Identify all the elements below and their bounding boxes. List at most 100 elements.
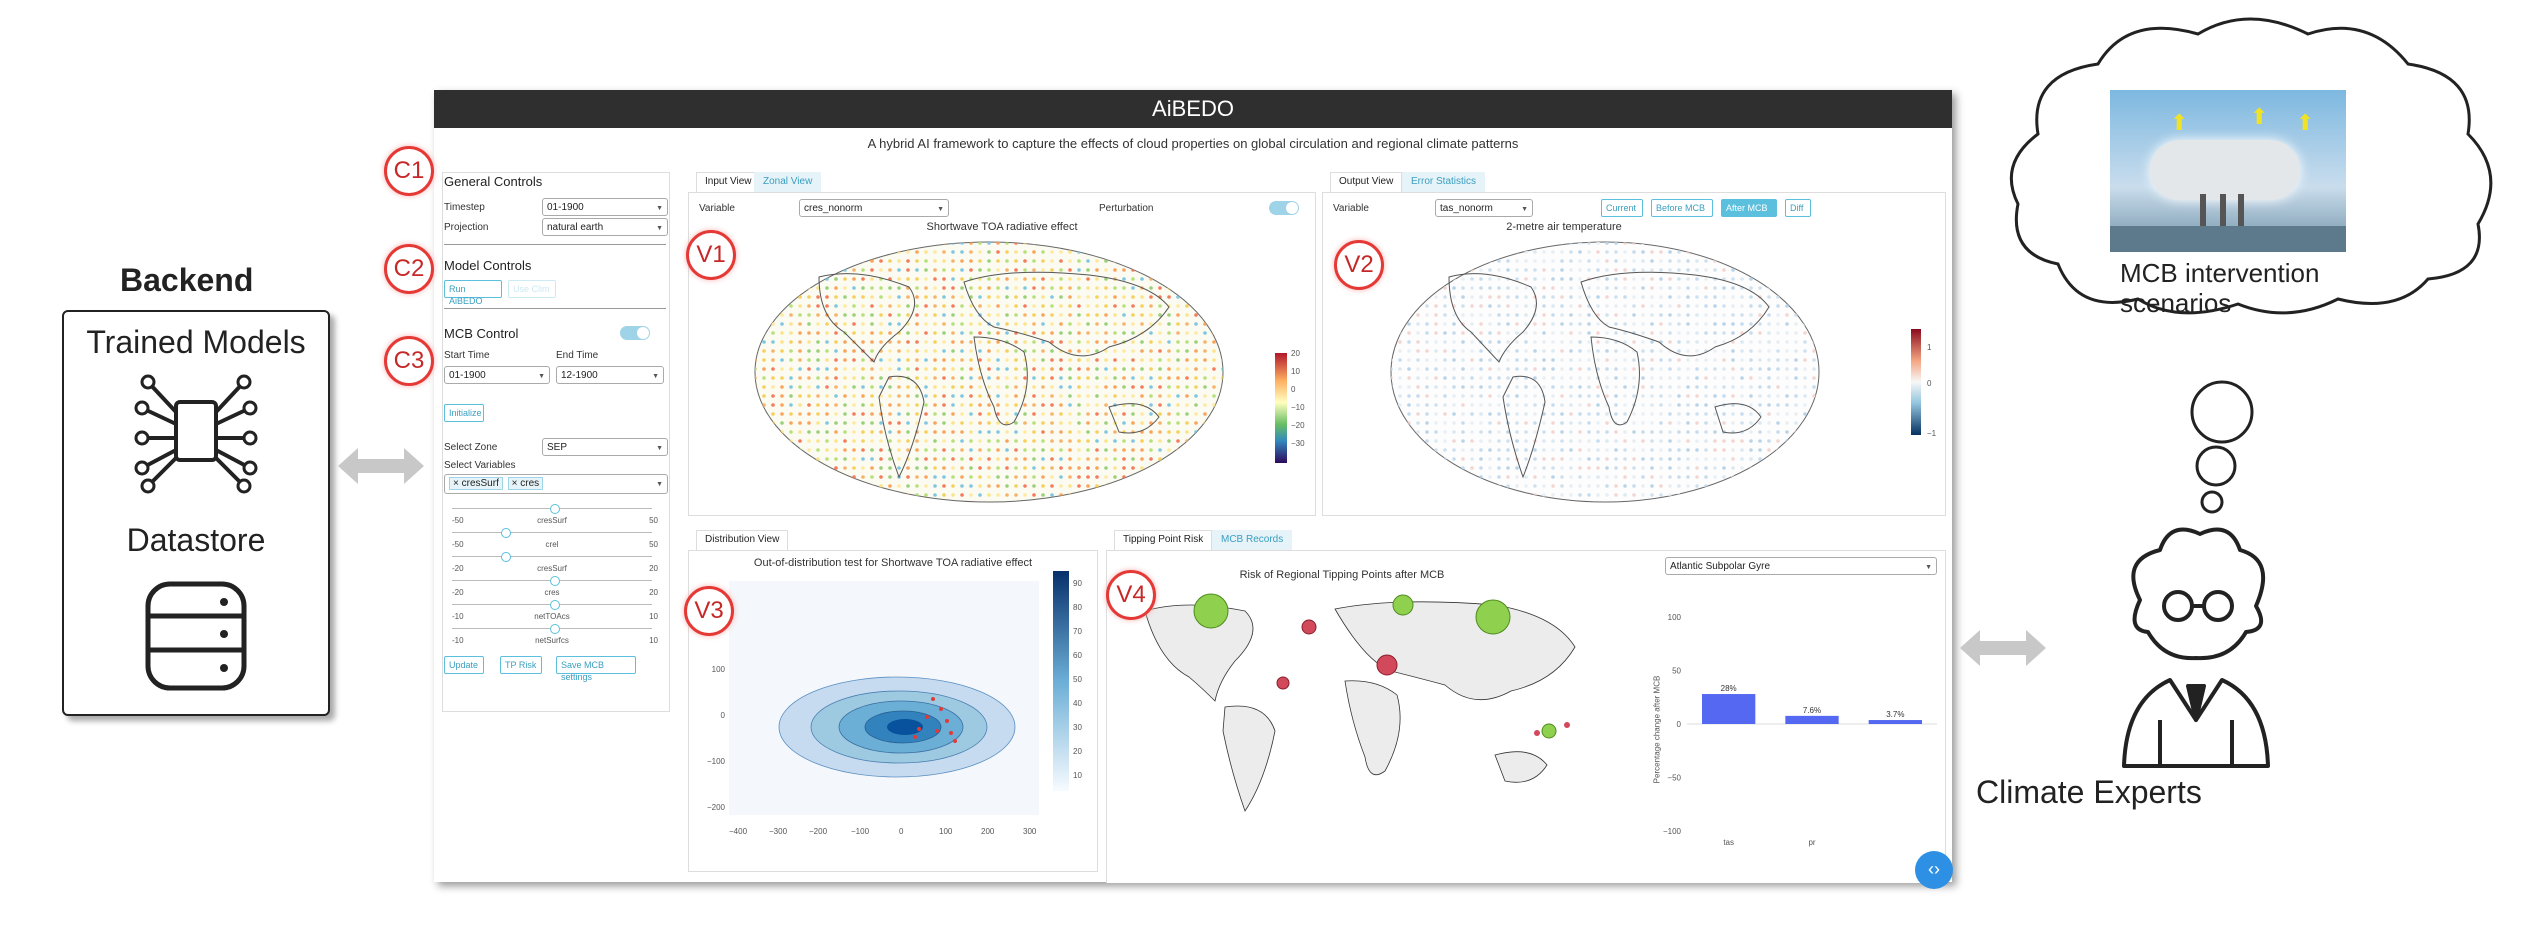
map-dot [1407,493,1411,497]
map-dot [1149,475,1153,479]
initialize-button[interactable]: Initialize [444,404,484,422]
map-dot [1212,286,1216,290]
map-dot [1398,439,1402,443]
slider-handle[interactable] [550,576,560,586]
slider-row[interactable]: -50 crel 50 [452,528,662,550]
map-dot [1722,286,1726,290]
map-dot [897,430,901,434]
map-dot [1587,286,1591,290]
map-dot [1203,295,1207,299]
map-dot [1623,502,1627,506]
map-dot [1686,313,1690,317]
slider-track[interactable] [452,532,652,533]
zone-select[interactable]: SEP ▼ [542,438,668,456]
map-dot [1497,322,1501,326]
map-dot [1731,349,1735,353]
tab-mcb-records[interactable]: MCB Records [1212,530,1293,550]
map-dot [1731,394,1735,398]
before-mcb-button[interactable]: Before MCB [1651,199,1713,217]
diff-button[interactable]: Diff [1785,199,1811,217]
map-dot [978,484,982,488]
run-aibedo-button[interactable]: Run AiBEDO [444,280,502,306]
tab-zonal-view[interactable]: Zonal View [754,172,822,192]
code-toggle-button[interactable]: ‹› [1915,851,1953,889]
variable-chip[interactable]: × cres [507,477,544,490]
variable-chip[interactable]: × cresSurf [449,477,503,490]
map-dot [1821,376,1825,380]
map-dot [1776,242,1780,245]
map-dot [762,448,766,452]
map-dot [1596,385,1600,389]
map-dot [915,367,919,371]
slider-handle[interactable] [501,528,511,538]
end-time-select[interactable]: 12-1900 ▼ [556,366,664,384]
slider-handle[interactable] [550,624,560,634]
v2-world-map[interactable] [1385,237,1825,507]
map-dot [1524,259,1528,263]
map-dot [897,394,901,398]
tab-distribution-view[interactable]: Distribution View [696,530,789,550]
v4-bar-chart[interactable]: 100500−50−10028%tas7.6%pr3.7% [1663,611,1945,851]
tab-tipping-point-risk[interactable]: Tipping Point Risk [1114,530,1213,550]
slider-row[interactable]: -50 cresSurf 50 [452,504,662,526]
map-dot [1398,376,1402,380]
map-dot [1749,304,1753,308]
tipping-region-select[interactable]: Atlantic Subpolar Gyre ▼ [1665,557,1937,575]
map-dot [1470,466,1474,470]
bar[interactable] [1785,715,1839,724]
timestep-select[interactable]: 01-1900 ▼ [542,198,668,216]
bar[interactable] [1702,694,1756,724]
update-button[interactable]: Update [444,656,484,674]
map-dot [1041,286,1045,290]
map-dot [1221,484,1223,488]
v3-density-plot[interactable] [729,581,1039,815]
current-button[interactable]: Current [1601,199,1643,217]
map-dot [1677,304,1681,308]
bar[interactable] [1868,720,1922,724]
map-dot [1731,268,1735,272]
projection-select[interactable]: natural earth ▼ [542,218,668,236]
v1-variable-select[interactable]: cres_nonorm ▼ [799,199,949,217]
map-dot [1767,403,1771,407]
tab-input-view[interactable]: Input View [696,172,761,192]
slider-row[interactable]: -10 netSurfcs 10 [452,624,662,646]
start-time-select[interactable]: 01-1900 ▼ [444,366,550,384]
map-dot [1776,430,1780,434]
map-dot [1542,242,1546,245]
slider-row[interactable]: -20 cresSurf 20 [452,552,662,574]
tab-output-view[interactable]: Output View [1330,172,1403,192]
map-dot [1695,421,1699,425]
map-dot [1686,331,1690,335]
map-dot [1443,277,1447,281]
v2-variable-select[interactable]: tas_nonorm ▼ [1435,199,1533,217]
use-clim-button[interactable]: Use Clim [508,280,556,298]
map-dot [1149,295,1153,299]
map-dot [1194,268,1198,272]
variables-multiselect[interactable]: × cresSurf × cres ▼ [444,474,668,494]
save-mcb-settings-button[interactable]: Save MCB settings [556,656,636,682]
slider-handle[interactable] [501,552,511,562]
map-dot [1086,457,1090,461]
map-dot [1452,322,1456,326]
map-dot [1470,340,1474,344]
map-dot [1461,430,1465,434]
perturbation-toggle[interactable] [1269,201,1299,215]
slider-handle[interactable] [550,504,560,514]
after-mcb-button[interactable]: After MCB [1721,199,1777,217]
slider-track[interactable] [452,556,652,557]
slider-row[interactable]: -20 cres 20 [452,576,662,598]
slider-handle[interactable] [550,600,560,610]
map-dot [1068,340,1072,344]
v1-world-map[interactable] [749,237,1229,507]
mcb-toggle[interactable] [620,326,650,340]
map-dot [1659,250,1663,254]
map-dot [1785,466,1789,470]
v4-world-map[interactable] [1115,591,1595,831]
map-dot [942,259,946,263]
x-tick: −400 [729,827,748,836]
map-dot [978,430,982,434]
tp-risk-button[interactable]: TP Risk [500,656,542,674]
map-dot [915,340,919,344]
tab-error-statistics[interactable]: Error Statistics [1402,172,1486,192]
slider-row[interactable]: -10 netTOAcs 10 [452,600,662,622]
